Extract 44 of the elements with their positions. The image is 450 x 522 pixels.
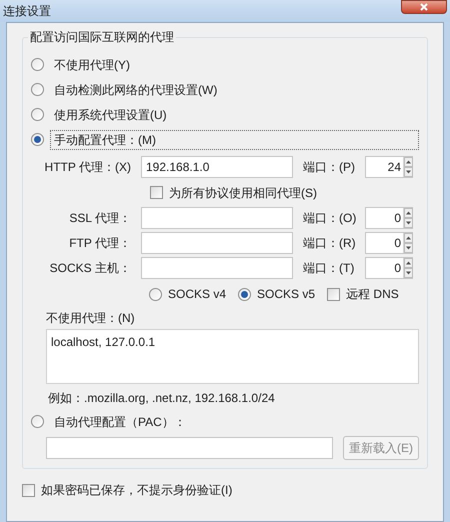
radio-label[interactable]: 不使用代理(Y) — [50, 56, 134, 74]
text-field[interactable] — [141, 232, 293, 254]
no-proxy-textarea[interactable]: localhost, 127.0.0.1 — [46, 329, 419, 384]
port-spinner[interactable]: 24 — [365, 156, 413, 178]
checkbox-label[interactable]: 为所有协议使用相同代理(S) — [169, 184, 317, 202]
port-label: 端口：(R) — [302, 234, 357, 252]
socks-version-label[interactable]: SOCKS v5 — [257, 285, 316, 303]
radio-button[interactable] — [31, 108, 44, 121]
radio-button[interactable] — [31, 415, 44, 428]
checkbox[interactable] — [327, 288, 340, 300]
http-proxy-label: HTTP 代理：(X) — [44, 159, 132, 176]
socks-version-label[interactable]: SOCKS v4 — [168, 285, 226, 303]
radio-button[interactable] — [31, 83, 44, 96]
port-label: 端口：(P) — [302, 159, 356, 176]
radio-label[interactable]: 自动检测此网络的代理设置(W) — [50, 80, 222, 98]
port-spinner[interactable]: 0 — [365, 232, 413, 254]
close-icon — [419, 3, 429, 11]
text-field[interactable]: 192.168.1.0 — [141, 156, 293, 178]
close-button[interactable] — [401, 0, 447, 14]
proxy-label: SSL 代理： — [68, 210, 132, 226]
checkbox[interactable] — [150, 186, 163, 199]
example-text: 例如：.mozilla.org, .net.nz, 192.168.1.0/24 — [47, 390, 276, 407]
radio-label[interactable]: 自动代理配置（PAC）： — [50, 412, 190, 430]
radio-label[interactable]: 使用系统代理设置(U) — [50, 106, 171, 124]
checkbox-label[interactable]: 远程 DNS — [346, 285, 399, 303]
text-field[interactable] — [141, 256, 293, 278]
window-title: 连接设置 — [3, 3, 51, 20]
proxy-label: FTP 代理： — [68, 234, 132, 252]
text-field[interactable] — [46, 437, 333, 459]
radio-button[interactable] — [31, 133, 44, 146]
radio-label[interactable]: 手动配置代理：(M) — [50, 130, 419, 150]
port-label: 端口：(O) — [302, 210, 358, 226]
radio-button[interactable] — [238, 288, 252, 300]
text-field[interactable] — [141, 206, 293, 228]
port-spinner[interactable]: 0 — [365, 256, 413, 278]
no-proxy-label: 不使用代理：(N) — [45, 310, 136, 326]
checkbox-label[interactable]: 如果密码已保存，不提示身份验证(I) — [41, 481, 232, 499]
proxy-label: SOCKS 主机： — [48, 260, 132, 276]
group-title: 配置访问国际互联网的代理 — [28, 30, 176, 44]
radio-button[interactable] — [31, 58, 44, 71]
port-spinner[interactable]: 0 — [365, 206, 413, 228]
port-label: 端口：(T) — [302, 260, 356, 276]
radio-button[interactable] — [149, 288, 162, 300]
checkbox[interactable] — [22, 484, 35, 496]
